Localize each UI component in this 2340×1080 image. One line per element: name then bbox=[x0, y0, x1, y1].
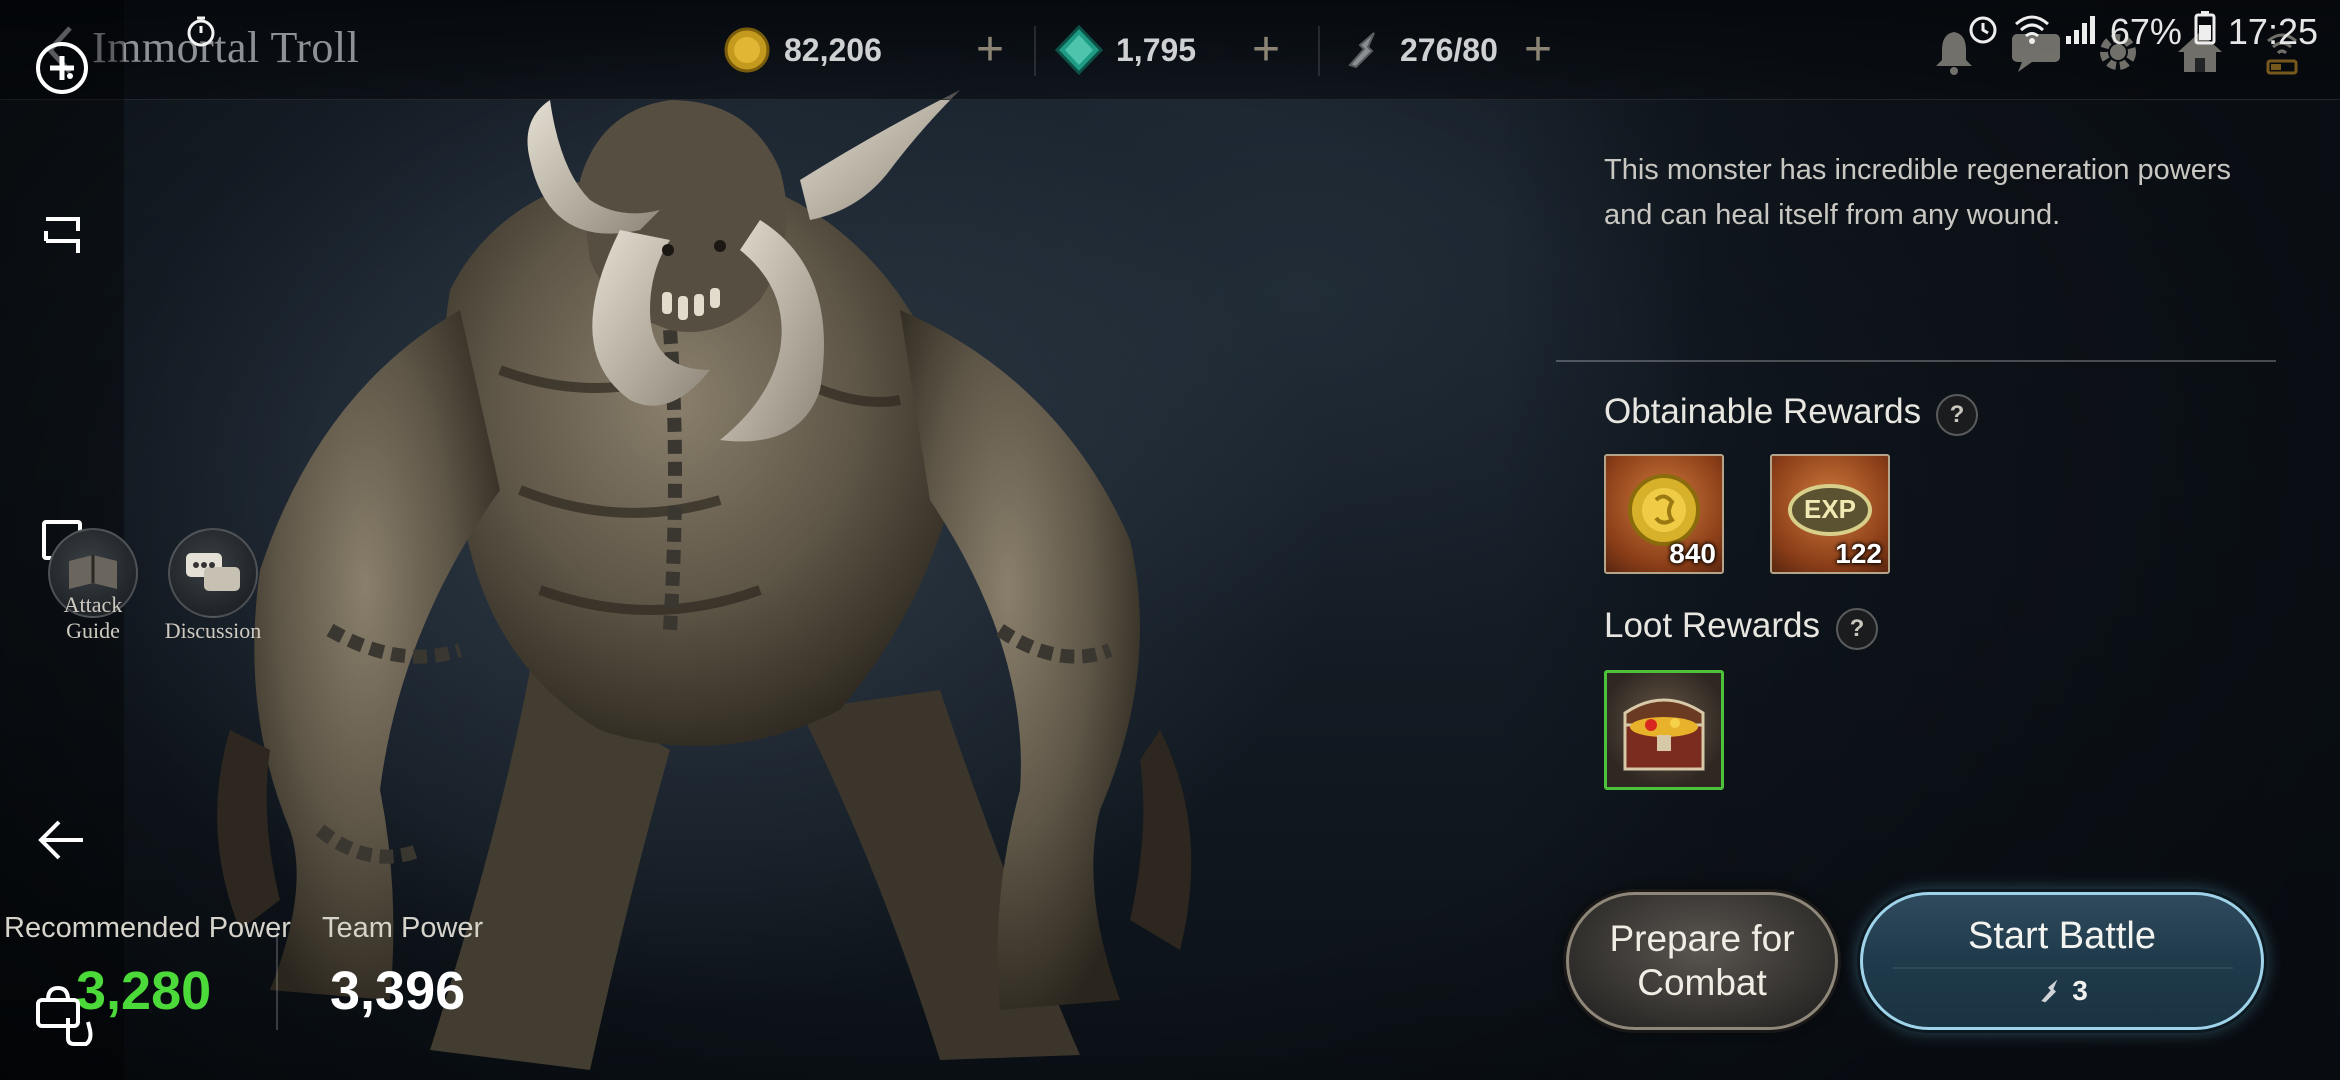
speech-bubbles-icon bbox=[186, 553, 240, 591]
exp-reward-tile[interactable]: EXP 122 bbox=[1770, 454, 1890, 574]
power-divider bbox=[276, 930, 278, 1030]
wifi-icon bbox=[2012, 11, 2052, 53]
recommended-power-label: Recommended Power bbox=[4, 912, 291, 944]
stamina-icon bbox=[2041, 979, 2058, 1003]
clock-time: 17:25 bbox=[2227, 11, 2318, 52]
signal-icon bbox=[2064, 11, 2098, 53]
alarm-icon bbox=[1966, 11, 2000, 54]
plus-icon: + bbox=[1252, 23, 1281, 76]
exp-label: EXP bbox=[1803, 494, 1857, 524]
gold-amount: 82,206 bbox=[784, 31, 882, 68]
gem-amount: 1,795 bbox=[1116, 31, 1197, 68]
team-power-label: Team Power bbox=[322, 912, 484, 944]
discussion-button[interactable] bbox=[168, 528, 258, 618]
back-arrow-icon[interactable] bbox=[32, 810, 92, 870]
timer-icon bbox=[187, 16, 215, 47]
gem-add-button[interactable]: + bbox=[1252, 22, 1280, 78]
prepare-for-combat-button[interactable]: Prepare for Combat bbox=[1566, 892, 1838, 1030]
obtainable-rewards-title: Obtainable Rewards bbox=[1604, 392, 1922, 431]
reward-count: 840 bbox=[1669, 538, 1716, 569]
stamina-amount: 276/80 bbox=[1400, 31, 1498, 68]
gold-currency: 82,206 bbox=[722, 22, 882, 78]
start-battle-button[interactable]: Start Battle 3 bbox=[1860, 892, 2264, 1030]
obtainable-rewards-help-button[interactable]: ? bbox=[1936, 394, 1978, 436]
treasure-chest-loot-tile[interactable] bbox=[1604, 670, 1724, 790]
gold-coin-icon bbox=[722, 25, 772, 75]
stamina-icon bbox=[1338, 25, 1388, 75]
recent-apps-icon[interactable] bbox=[32, 206, 92, 266]
start-battle-label: Start Battle bbox=[1968, 915, 2156, 957]
plus-icon: + bbox=[976, 23, 1005, 76]
discussion-label: Discussion bbox=[164, 618, 262, 643]
monster-description: This monster has incredible regeneration… bbox=[1604, 154, 2232, 231]
loot-rewards-help-button[interactable]: ? bbox=[1836, 608, 1878, 650]
prepare-button-label: Prepare for Combat bbox=[1609, 918, 1795, 1003]
book-icon bbox=[69, 555, 117, 589]
panel-divider bbox=[1556, 360, 2276, 362]
battery-icon bbox=[2194, 10, 2216, 54]
page-title: Immortal Troll bbox=[92, 23, 360, 72]
stamina-cost-value: 3 bbox=[2072, 975, 2088, 1006]
button-divider bbox=[1893, 967, 2233, 969]
plus-icon: + bbox=[1524, 23, 1553, 76]
battery-percent: 67% bbox=[2109, 11, 2182, 52]
status-bar: 67% 17:25 bbox=[1966, 10, 2318, 54]
divider bbox=[1034, 26, 1036, 76]
gold-add-button[interactable]: + bbox=[976, 22, 1004, 78]
stamina-add-button[interactable]: + bbox=[1524, 22, 1552, 78]
gold-reward-tile[interactable]: 840 bbox=[1604, 454, 1724, 574]
loot-rewards-title: Loot Rewards bbox=[1604, 606, 1820, 645]
team-power-value: 3,396 bbox=[330, 961, 466, 1021]
stamina-cost: 3 bbox=[1863, 975, 2261, 1007]
touch-accessibility-icon[interactable] bbox=[28, 978, 98, 1048]
gem-currency: 1,795 bbox=[1054, 22, 1196, 78]
green-gem-icon bbox=[1054, 25, 1104, 75]
reward-count: 122 bbox=[1835, 538, 1882, 569]
divider bbox=[1318, 26, 1320, 76]
stamina-currency: 276/80 bbox=[1338, 22, 1498, 78]
treasure-chest-icon bbox=[1623, 698, 1705, 771]
game-tools-icon[interactable] bbox=[32, 38, 92, 98]
